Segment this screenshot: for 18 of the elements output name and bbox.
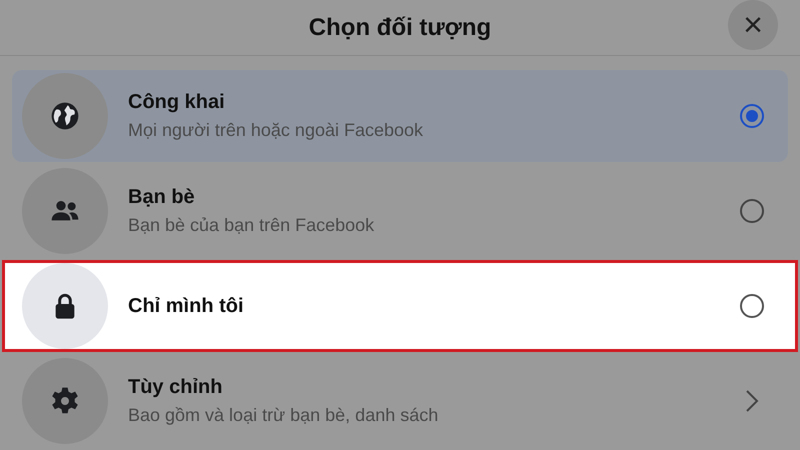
option-label: Tùy chỉnh	[128, 376, 224, 399]
audience-option[interactable]: Chỉ mình tôi	[2, 260, 798, 352]
radio-button[interactable]	[740, 199, 764, 223]
option-description: Bạn bè của bạn trên Facebook	[128, 215, 376, 236]
radio-button[interactable]	[740, 104, 764, 128]
option-label: Chỉ mình tôi	[128, 294, 245, 318]
close-button[interactable]: ×	[728, 0, 778, 50]
dialog-title: Chọn đối tượng	[308, 14, 492, 42]
audience-option[interactable]: Bạn bè Bạn bè của bạn trên Facebook	[12, 165, 788, 257]
chevron-right-icon	[744, 388, 760, 414]
option-description: Bao gồm và loại trừ bạn bè, danh sách	[128, 405, 440, 426]
option-label: Công khai	[128, 91, 226, 114]
audience-option[interactable]: Công khai Mọi người trên hoặc ngoài Facebook	[12, 70, 788, 162]
audience-option[interactable]: Tùy chỉnh Bao gồm và loại trừ bạn bè, danh sách	[12, 355, 788, 447]
globe-icon	[49, 100, 81, 132]
option-description: Mọi người trên hoặc ngoài Facebook	[128, 120, 424, 141]
option-label: Bạn bè	[128, 186, 196, 209]
radio-button[interactable]	[740, 294, 764, 318]
